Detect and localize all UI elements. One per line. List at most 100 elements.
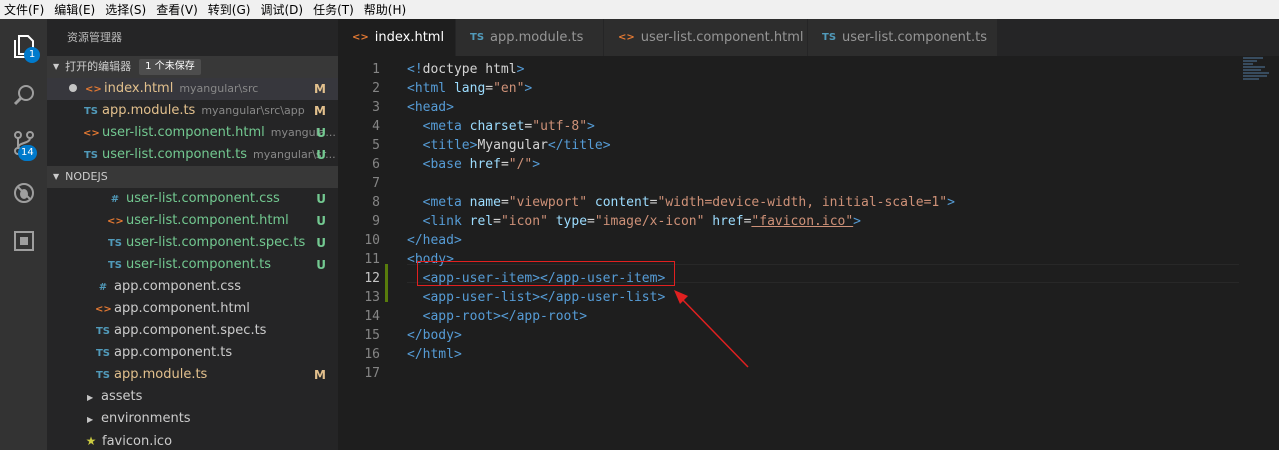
source-control-activity-button[interactable]: 14: [0, 119, 47, 167]
file-name: app.module.ts: [114, 367, 208, 382]
file-name: app.component.css: [114, 279, 241, 294]
code-token: doctype html: [422, 62, 517, 77]
line-number: 16: [364, 347, 380, 362]
open-editors-header[interactable]: ▼ 打开的编辑器 1 个未保存: [47, 56, 338, 78]
source-control-badge: 14: [18, 145, 37, 161]
folder-item[interactable]: ▶ assets: [47, 386, 338, 408]
line-number: 7: [372, 176, 380, 191]
folder-item[interactable]: ▶ environments: [47, 408, 338, 430]
file-name: user-list.component.html: [102, 125, 265, 140]
editor-tab[interactable]: TS app.module.ts: [456, 19, 604, 56]
code-token: </title>: [547, 138, 611, 153]
code-token: name: [469, 195, 501, 210]
typescript-file-icon: TS: [470, 32, 485, 43]
css-file-icon: #: [98, 282, 108, 293]
code-token: <title>: [422, 138, 478, 153]
explorer-badge: 1: [24, 47, 40, 63]
open-editor-item[interactable]: <> user-list.component.html myangula... U: [47, 122, 338, 144]
typescript-file-icon: TS: [107, 260, 123, 271]
editor-tab[interactable]: <> user-list.component.html: [604, 19, 808, 56]
code-token: =: [485, 81, 494, 96]
code-token: <!: [407, 62, 423, 77]
search-icon: [13, 85, 34, 106]
menu-item[interactable]: 查看(V): [152, 1, 204, 18]
tab-label: index.html: [374, 30, 445, 45]
html-file-icon: <>: [352, 32, 369, 43]
file-item[interactable]: # app.component.css: [47, 276, 338, 298]
file-item[interactable]: <> app.component.html: [47, 298, 338, 320]
html-file-icon: <>: [83, 128, 100, 139]
workspace-header[interactable]: ▼ NODEJS: [47, 166, 338, 188]
menu-item[interactable]: 帮助(H): [360, 1, 412, 18]
open-editor-item[interactable]: TS app.module.ts myangular\src\app M: [47, 100, 338, 122]
line-number: 1: [372, 62, 380, 77]
typescript-file-icon: TS: [95, 326, 111, 337]
file-name: index.html: [104, 81, 174, 96]
code-line: 9 <link rel="icon" type="image/x-icon" h…: [338, 212, 1238, 231]
workspace-label: NODEJS: [65, 170, 108, 183]
line-code: <base href="/">: [407, 157, 540, 172]
open-editor-item[interactable]: TS user-list.component.ts myangular\sr... U: [47, 144, 338, 166]
code-token: <meta: [422, 195, 470, 210]
file-item[interactable]: TS user-list.component.ts U: [47, 254, 338, 276]
typescript-file-icon: TS: [95, 348, 111, 359]
code-token: <html: [407, 81, 454, 96]
html-file-icon: <>: [107, 216, 124, 227]
menu-item[interactable]: 选择(S): [101, 1, 152, 18]
file-item[interactable]: <> user-list.component.html U: [47, 210, 338, 232]
extensions-activity-button[interactable]: [0, 217, 47, 265]
line-code: <title>Myangular</title>: [407, 138, 611, 153]
menu-item[interactable]: 文件(F): [0, 1, 50, 18]
line-number: 17: [364, 366, 380, 381]
explorer-title: 资源管理器: [67, 31, 122, 44]
debug-activity-button[interactable]: [0, 169, 47, 217]
git-status-badge: U: [316, 192, 326, 206]
file-item[interactable]: TS app.component.ts: [47, 342, 338, 364]
git-status-badge: M: [314, 104, 326, 118]
file-item[interactable]: TS app.component.spec.ts: [47, 320, 338, 342]
code-token: "en": [493, 81, 525, 96]
menu-item[interactable]: 调试(D): [256, 1, 309, 18]
chevron-down-icon: ▼: [53, 62, 60, 71]
code-line: 5 <title>Myangular</title>: [338, 136, 1238, 155]
file-item[interactable]: TS user-list.component.spec.ts U: [47, 232, 338, 254]
menu-item[interactable]: 任务(T): [309, 1, 360, 18]
code-token: "image/x-icon": [594, 214, 705, 229]
menu-item[interactable]: 转到(G): [204, 1, 257, 18]
open-editor-item[interactable]: <> index.html myangular\src M: [47, 78, 338, 100]
minimap[interactable]: [1239, 56, 1279, 116]
code-token: >: [532, 157, 541, 172]
debug-icon: [13, 183, 34, 203]
file-item[interactable]: TS app.module.ts M: [47, 364, 338, 386]
code-line: 1 <!doctype html>: [338, 60, 1238, 79]
code-token: >: [516, 62, 525, 77]
file-item[interactable]: ★ favicon.ico: [47, 430, 338, 450]
code-line: 3 <head>: [338, 98, 1238, 117]
search-activity-button[interactable]: [0, 71, 47, 119]
code-token: >: [524, 81, 533, 96]
file-item[interactable]: # user-list.component.css U: [47, 188, 338, 210]
file-name: user-list.component.spec.ts: [126, 235, 306, 250]
editor-tab[interactable]: <> index.html: [338, 19, 456, 56]
code-token: Myangular: [477, 138, 548, 153]
typescript-file-icon: TS: [83, 150, 99, 161]
code-line: 4 <meta charset="utf-8">: [338, 117, 1238, 136]
code-editor[interactable]: 1 <!doctype html> 2 <html lang="en"> 3 <head>…: [338, 56, 1279, 450]
line-number: 3: [372, 100, 380, 115]
menu-item[interactable]: 编辑(E): [50, 1, 101, 18]
file-name: user-list.component.ts: [126, 257, 271, 272]
git-status-badge: U: [316, 148, 326, 162]
explorer-activity-button[interactable]: 1: [0, 23, 47, 71]
editor-tab[interactable]: TS user-list.component.ts: [808, 19, 998, 56]
html-file-icon: <>: [618, 32, 635, 43]
code-token: content: [594, 195, 650, 210]
line-number: 13: [364, 290, 380, 305]
code-line: 14 <app-root></app-root>: [338, 307, 1238, 326]
code-token: "/": [508, 157, 533, 172]
code-line: 8 <meta name="viewport" content="width=d…: [338, 193, 1238, 212]
